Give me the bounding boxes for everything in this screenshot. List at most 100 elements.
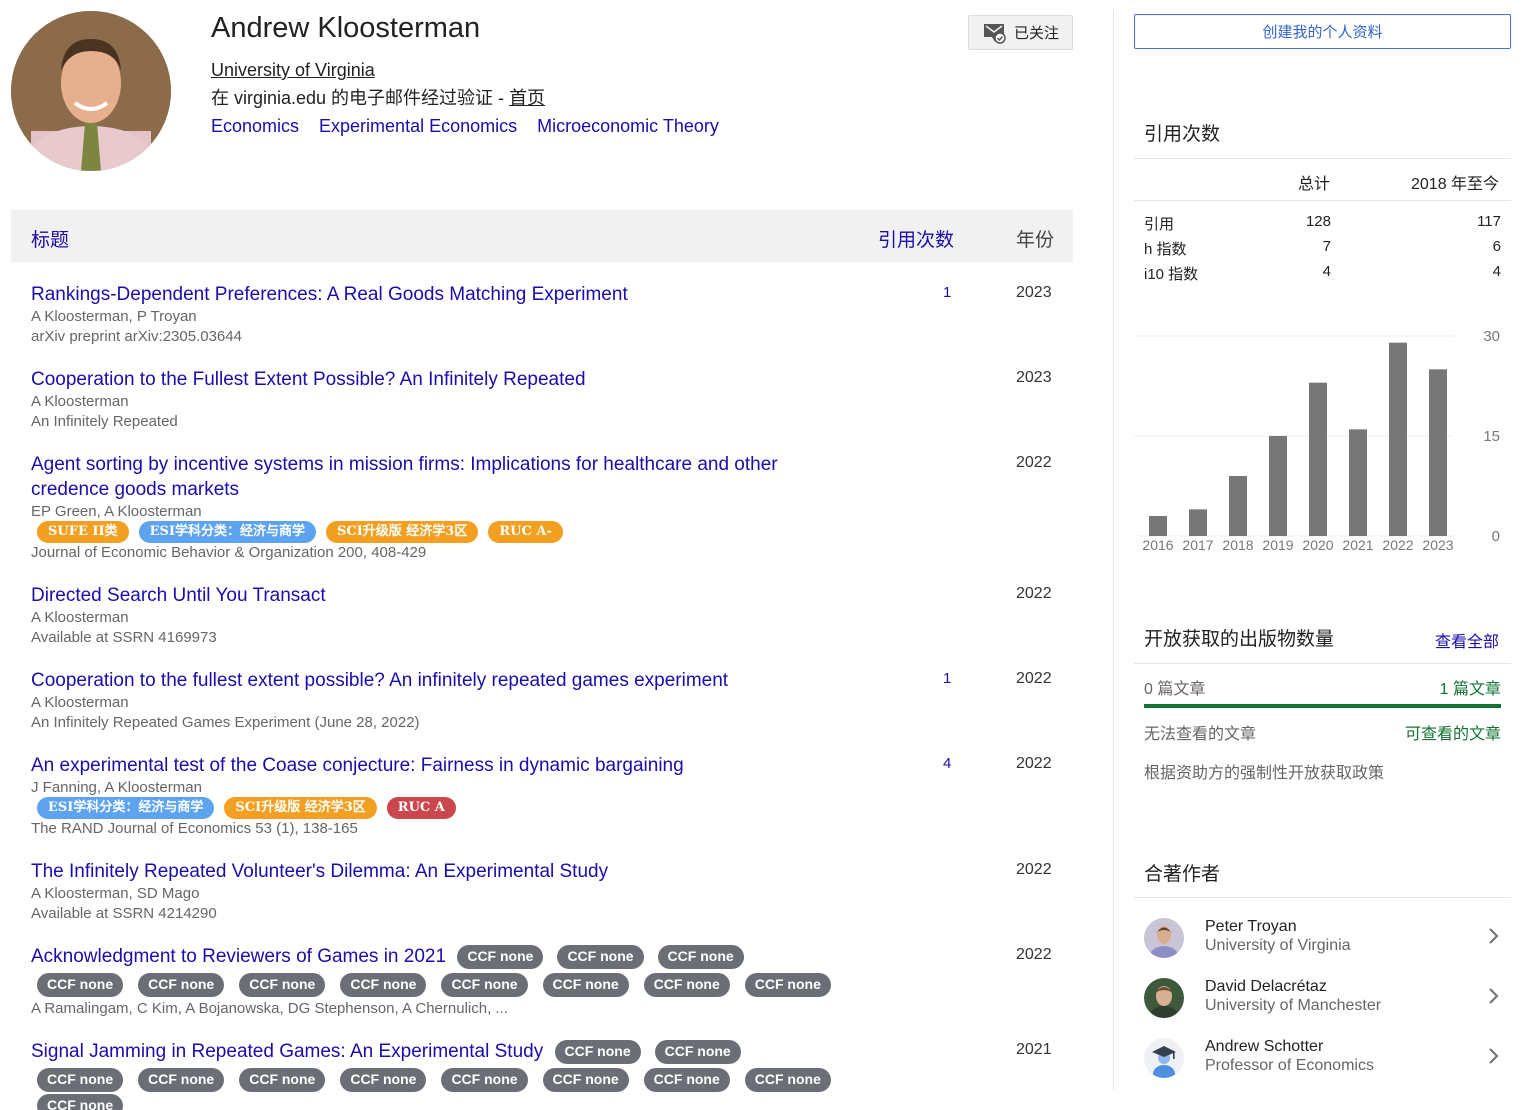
article-title-link[interactable]: An experimental test of the Coase conjec… — [31, 753, 831, 778]
article-title-link[interactable]: Signal Jamming in Repeated Games: An Exp… — [31, 1041, 543, 1062]
interest-link[interactable]: Microeconomic Theory — [537, 116, 719, 137]
article-row: Cooperation to the Fullest Extent Possib… — [11, 367, 1073, 437]
ccf-tag: CCF none — [654, 1040, 741, 1064]
chart-bar-2016[interactable] — [1149, 516, 1167, 536]
ccf-tag: CCF none — [37, 1094, 124, 1110]
article-citations-link[interactable]: 1 — [943, 284, 951, 301]
ccf-tag: CCF none — [239, 1068, 326, 1092]
article-year: 2022 — [1016, 585, 1052, 602]
coauthor-item[interactable]: David Delacrétaz University of Mancheste… — [1144, 978, 1511, 1028]
ccf-tag: CCF none — [138, 1068, 225, 1092]
stat-label-link[interactable]: 引用 — [1144, 213, 1174, 234]
ccf-tags-row: CCF none — [37, 1094, 124, 1110]
article-authors: A Kloosterman, P Troyan — [31, 308, 197, 325]
article-title-link[interactable]: Rankings-Dependent Preferences: A Real G… — [31, 282, 831, 307]
article-title: Acknowledgment to Reviewers of Games in … — [31, 944, 851, 969]
chart-bar-2021[interactable] — [1349, 429, 1367, 536]
article-title-link[interactable]: Cooperation to the fullest extent possib… — [31, 668, 831, 693]
stat-label-link[interactable]: i10 指数 — [1144, 263, 1198, 284]
article-authors: EP Green, A Kloosterman — [31, 503, 202, 520]
ccf-tag: CCF none — [744, 1068, 831, 1092]
article-title-link[interactable]: Directed Search Until You Transact — [31, 583, 831, 608]
follow-button-label: 已关注 — [1013, 25, 1059, 42]
coauthor-avatar — [1144, 918, 1184, 958]
view-all-link[interactable]: 查看全部 — [1435, 628, 1499, 652]
article-title-link[interactable]: Acknowledgment to Reviewers of Games in … — [31, 946, 446, 967]
ccf-tag: CCF none — [340, 1068, 427, 1092]
article-venue: An Infinitely Repeated — [31, 413, 178, 430]
ccf-tags-row: CCF none CCF none CCF none CCF none CCF … — [37, 973, 831, 997]
stat-total: 128 — [1305, 213, 1331, 230]
sort-by-title[interactable]: 标题 — [31, 225, 69, 252]
ccf-tag: CCF none — [457, 945, 544, 969]
default-avatar-icon — [1144, 1038, 1184, 1078]
coauthor-item[interactable]: Peter Troyan University of Virginia — [1144, 918, 1511, 968]
article-title: Signal Jamming in Repeated Games: An Exp… — [31, 1039, 851, 1064]
article-venue: An Infinitely Repeated Games Experiment … — [31, 714, 420, 731]
oa-available-link[interactable]: 可查看的文章 — [1405, 720, 1501, 744]
chevron-right-icon — [1489, 928, 1499, 944]
x-tick-label: 2016 — [1142, 537, 1173, 553]
sort-by-year[interactable]: 年份 — [1016, 225, 1054, 252]
create-profile-button[interactable]: 创建我的个人资料 — [1134, 14, 1511, 49]
citations-title: 引用次数 — [1144, 124, 1221, 145]
article-row: Directed Search Until You Transact A Klo… — [11, 583, 1073, 653]
profile-photo — [11, 11, 171, 171]
oa-unavailable-count: 0 篇文章 — [1144, 681, 1206, 698]
article-row: The Infinitely Repeated Volunteer's Dile… — [11, 859, 1073, 929]
interest-link[interactable]: Experimental Economics — [319, 116, 517, 137]
rank-tag: RUC A- — [488, 521, 563, 543]
article-year: 2023 — [1016, 369, 1052, 386]
coauthor-avatar — [1144, 978, 1184, 1018]
citations-per-year-chart: 0 15 30 2016 2017 2018 2019 2020 2021 2022 2023 — [1134, 328, 1500, 553]
coauthor-affiliation: University of Virginia — [1205, 937, 1351, 954]
sort-by-citations[interactable]: 引用次数 — [878, 225, 954, 252]
citations-col-total: 总计 — [1298, 176, 1331, 193]
stat-total: 4 — [1322, 263, 1331, 280]
article-authors: A Ramalingam, C Kim, A Bojanowska, DG St… — [31, 1000, 508, 1017]
ccf-tag: CCF none — [239, 973, 326, 997]
ccf-tag: CCF none — [542, 1068, 629, 1092]
divider — [1134, 897, 1511, 898]
profile-name: Andrew Kloosterman — [211, 12, 481, 44]
stat-label-link[interactable]: h 指数 — [1144, 238, 1187, 259]
article-title-link[interactable]: Agent sorting by incentive systems in mi… — [31, 452, 831, 502]
ccf-tag: CCF none — [744, 973, 831, 997]
interest-link[interactable]: Economics — [211, 116, 299, 137]
article-year: 2021 — [1016, 1041, 1052, 1058]
column-divider — [1113, 10, 1114, 1090]
follow-button[interactable]: 已关注 — [968, 15, 1073, 50]
y-tick-label: 15 — [1483, 428, 1500, 445]
citations-col-since: 2018 年至今 — [1411, 176, 1500, 193]
x-tick-label: 2022 — [1382, 537, 1413, 553]
stat-since: 6 — [1492, 238, 1501, 255]
article-title-link[interactable]: Cooperation to the Fullest Extent Possib… — [31, 367, 831, 392]
y-tick-label: 30 — [1483, 328, 1500, 345]
chart-bar-2022[interactable] — [1389, 342, 1407, 536]
oa-unavailable-link[interactable]: 无法查看的文章 — [1144, 720, 1256, 744]
ccf-tag: CCF none — [37, 1068, 124, 1092]
chart-bar-2020[interactable] — [1309, 382, 1327, 536]
x-tick-label: 2019 — [1262, 537, 1293, 553]
affiliation-link[interactable]: University of Virginia — [211, 60, 375, 81]
chart-bar-2023[interactable] — [1429, 369, 1447, 536]
stat-since: 117 — [1477, 213, 1501, 230]
chevron-right-icon — [1489, 1048, 1499, 1064]
article-citations-link[interactable]: 1 — [943, 670, 951, 687]
homepage-link[interactable]: 首页 — [509, 88, 545, 108]
article-citations-link[interactable]: 4 — [943, 755, 951, 772]
ccf-tag: CCF none — [643, 973, 730, 997]
ccf-tag: CCF none — [441, 973, 528, 997]
oa-available-count: 1 篇文章 — [1439, 681, 1501, 698]
chart-bar-2019[interactable] — [1269, 436, 1287, 536]
x-tick-label: 2023 — [1422, 537, 1453, 553]
chart-bar-2017[interactable] — [1189, 509, 1207, 536]
rank-tag: SCI升级版 经济学3区 — [224, 797, 377, 819]
verified-email-text: 在 virginia.edu 的电子邮件经过验证 - — [211, 88, 510, 108]
chart-bar-2018[interactable] — [1229, 476, 1247, 536]
article-rank-tags: ESI学科分类：经济与商学 SCI升级版 经济学3区 RUC A — [37, 797, 456, 819]
article-authors: J Fanning, A Kloosterman — [31, 779, 202, 796]
article-title-link[interactable]: The Infinitely Repeated Volunteer's Dile… — [31, 859, 831, 884]
ccf-tag: CCF none — [37, 973, 124, 997]
coauthor-item[interactable]: Andrew Schotter Professor of Economics — [1144, 1038, 1511, 1088]
